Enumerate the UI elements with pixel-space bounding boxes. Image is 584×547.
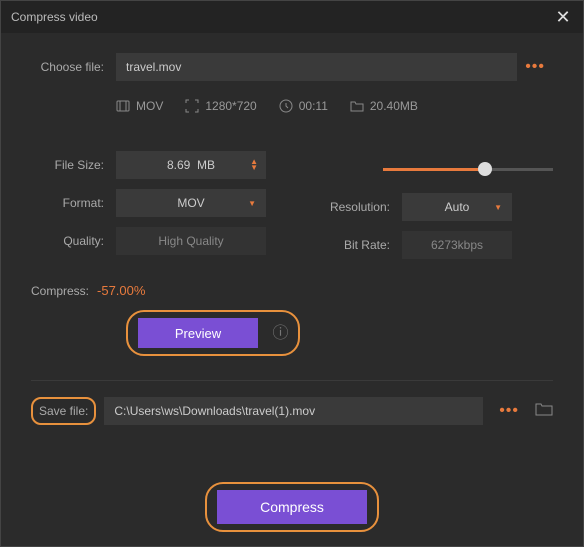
film-icon: [116, 99, 130, 113]
chevron-down-icon: ▼: [494, 203, 502, 212]
info-icon[interactable]: ⓘ: [272, 325, 288, 342]
close-icon[interactable]: ✕: [553, 7, 573, 28]
format-label: Format:: [31, 196, 116, 210]
compress-button[interactable]: Compress: [217, 490, 367, 524]
resolution-select[interactable]: Auto ▼: [402, 193, 512, 221]
browse-file-icon[interactable]: •••: [517, 58, 553, 76]
compress-label: Compress:: [31, 284, 89, 298]
meta-size: 20.40MB: [370, 99, 418, 113]
expand-icon: [185, 99, 199, 113]
choose-file-input[interactable]: [116, 53, 517, 81]
clock-icon: [279, 99, 293, 113]
save-file-input[interactable]: [104, 397, 483, 425]
resolution-label: Resolution:: [312, 200, 402, 214]
choose-file-label: Choose file:: [31, 60, 116, 74]
quality-value: High Quality: [116, 227, 266, 255]
compress-highlight: Compress: [205, 482, 379, 532]
save-file-label: Save file:: [39, 404, 88, 418]
chevron-down-icon: ▼: [248, 199, 256, 208]
preview-highlight: Preview ⓘ: [126, 310, 300, 356]
quality-label: Quality:: [31, 234, 116, 248]
filesize-label: File Size:: [31, 158, 116, 172]
filesize-slider[interactable]: [383, 155, 553, 183]
slider-thumb[interactable]: [478, 162, 492, 176]
meta-resolution: 1280*720: [205, 99, 256, 113]
preview-button[interactable]: Preview: [138, 318, 258, 348]
open-folder-icon[interactable]: [535, 402, 553, 421]
save-label-highlight: Save file:: [31, 397, 96, 425]
compress-video-dialog: Compress video ✕ Choose file: ••• MOV 12…: [0, 0, 584, 547]
bitrate-label: Bit Rate:: [312, 238, 402, 252]
filesize-stepper[interactable]: 8.69 MB ▲▼: [116, 151, 266, 179]
folder-icon: [350, 99, 364, 113]
browse-save-icon[interactable]: •••: [491, 402, 527, 420]
titlebar: Compress video ✕: [1, 1, 583, 33]
divider: [31, 380, 553, 381]
format-select[interactable]: MOV ▼: [116, 189, 266, 217]
meta-duration: 00:11: [299, 99, 328, 113]
file-meta: MOV 1280*720 00:11 20.40MB: [116, 91, 553, 121]
meta-format: MOV: [136, 99, 163, 113]
window-title: Compress video: [11, 10, 98, 24]
bitrate-value: 6273kbps: [402, 231, 512, 259]
compress-value: -57.00%: [97, 283, 145, 298]
stepper-arrows-icon[interactable]: ▲▼: [250, 159, 258, 171]
